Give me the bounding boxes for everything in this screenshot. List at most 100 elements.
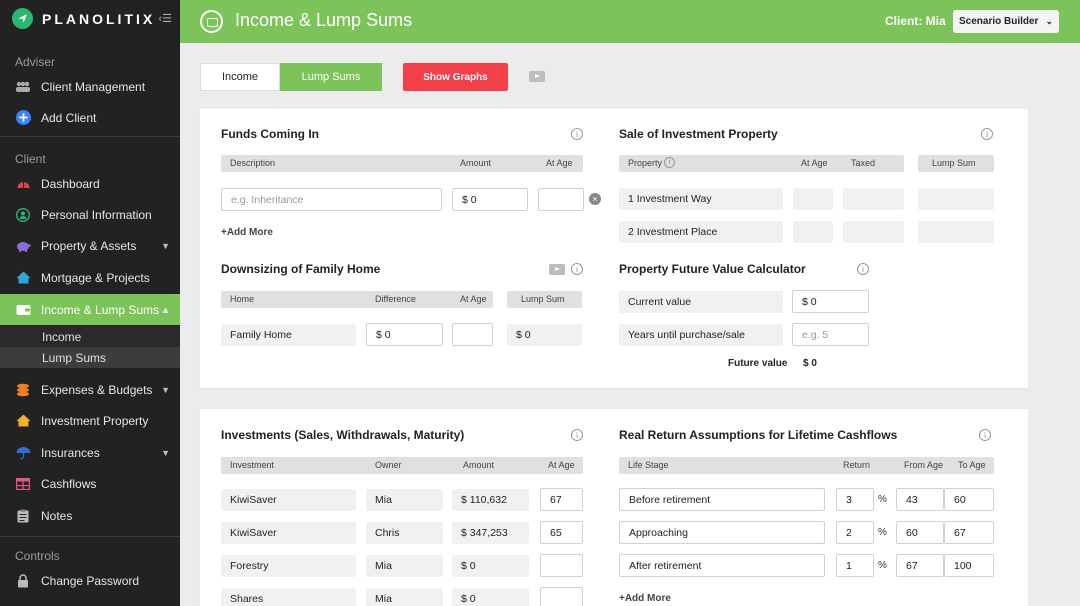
years-label: Years until purchase/sale — [619, 324, 783, 346]
sale-title: Sale of Investment Property — [619, 127, 778, 141]
sidebar-item-label: Notes — [41, 508, 73, 523]
sidebar-item-notes[interactable]: Notes — [0, 500, 180, 531]
description-input[interactable]: e.g. Inheritance — [221, 188, 442, 211]
lump-sum-cell — [918, 221, 994, 243]
add-more-link[interactable]: +Add More — [619, 593, 671, 604]
col-lump-sum: Lump Sum — [932, 158, 976, 168]
at-age-input[interactable]: 67 — [540, 488, 583, 511]
sidebar-subitem-lump-sums[interactable]: Lump Sums — [0, 347, 180, 368]
tab-income[interactable]: Income — [200, 63, 280, 91]
return-input[interactable]: 1 — [836, 554, 874, 577]
col-owner: Owner — [375, 460, 402, 470]
owner-cell: Mia — [366, 555, 443, 577]
scenario-builder-dropdown[interactable]: Scenario Builder ⌄ — [953, 10, 1059, 33]
at-age-input[interactable] — [452, 323, 493, 346]
sidebar-item-label: Expenses & Budgets — [41, 382, 153, 397]
sidebar-item-label: Cashflows — [41, 476, 97, 491]
info-icon[interactable]: i — [571, 263, 583, 275]
info-icon[interactable]: i — [981, 128, 993, 140]
to-age-input[interactable]: 67 — [944, 521, 994, 544]
years-input[interactable]: e.g. 5 — [792, 323, 869, 346]
taxed-cell[interactable] — [843, 188, 904, 210]
sidebar-item-personal-information[interactable]: Personal Information — [0, 199, 180, 230]
col-amount: Amount — [463, 460, 495, 470]
amount-input[interactable]: $ 0 — [452, 188, 528, 211]
amount-cell: $ 110,632 — [452, 489, 529, 511]
taxed-cell[interactable] — [843, 221, 904, 243]
sale-table-header: Property i At Age Taxed — [619, 155, 904, 172]
sidebar-item-label: Add Client — [41, 110, 97, 125]
chevron-down-icon[interactable]: ▼ — [161, 448, 170, 458]
investment-cell: KiwiSaver — [221, 522, 356, 544]
info-icon[interactable]: i — [664, 157, 675, 168]
sidebar-item-dashboard[interactable]: Dashboard — [0, 168, 180, 199]
chevron-down-icon[interactable]: ▼ — [161, 385, 170, 395]
tab-bar: Income Lump Sums — [200, 63, 382, 91]
to-age-input[interactable]: 60 — [944, 488, 994, 511]
brand-name: PLANOLITIX — [42, 10, 156, 27]
from-age-input[interactable]: 60 — [896, 521, 944, 544]
sidebar-item-label: Client Management — [41, 79, 146, 94]
sidebar-subitem-income[interactable]: Income — [0, 326, 180, 347]
at-age-input[interactable] — [538, 188, 584, 211]
col-from-age: From Age — [904, 460, 944, 470]
at-age-cell[interactable] — [793, 221, 833, 243]
info-icon[interactable]: i — [857, 263, 869, 275]
sidebar-item-insurances[interactable]: Insurances ▼ — [0, 437, 180, 468]
sidebar-item-client-management[interactable]: Client Management — [0, 71, 180, 102]
investments-card: Investments (Sales, Withdrawals, Maturit… — [200, 409, 1028, 606]
sidebar-item-change-password[interactable]: Change Password — [0, 565, 180, 596]
sidebar-divider — [0, 536, 180, 537]
future-value-label: Future value — [728, 358, 788, 369]
return-input[interactable]: 3 — [836, 488, 874, 511]
col-at-age: At Age — [801, 158, 828, 168]
person-icon — [15, 207, 31, 222]
sidebar-item-label: Insurances — [41, 445, 100, 460]
remove-row-icon[interactable]: × — [589, 193, 601, 205]
sidebar-item-property-assets[interactable]: Property & Assets ▼ — [0, 230, 180, 261]
downsizing-table-header: Home Difference At Age — [221, 291, 493, 308]
info-icon[interactable]: i — [571, 429, 583, 441]
from-age-input[interactable]: 43 — [896, 488, 944, 511]
sidebar-item-add-client[interactable]: Add Client — [0, 102, 180, 133]
at-age-input[interactable] — [540, 554, 583, 577]
life-stage-input[interactable]: Before retirement — [619, 488, 825, 511]
chevron-up-icon[interactable]: ▲ — [161, 305, 170, 315]
col-life-stage: Life Stage — [628, 460, 669, 470]
clipboard-icon — [15, 509, 31, 523]
tab-lump-sums[interactable]: Lump Sums — [280, 63, 382, 91]
to-age-input[interactable]: 100 — [944, 554, 994, 577]
chevron-down-icon[interactable]: ▼ — [161, 241, 170, 251]
investments-table-header: Investment Owner Amount At Age — [221, 457, 583, 474]
house-icon — [15, 271, 31, 285]
video-play-icon[interactable] — [529, 71, 545, 82]
sidebar-item-income-lump-sums[interactable]: Income & Lump Sums ▲ — [0, 294, 180, 325]
section-client: Client — [15, 152, 46, 166]
brand[interactable]: PLANOLITIX ‹☰ — [12, 8, 172, 29]
at-age-cell[interactable] — [793, 188, 833, 210]
info-icon[interactable]: i — [979, 429, 991, 441]
from-age-input[interactable]: 67 — [896, 554, 944, 577]
sidebar-item-expenses-budgets[interactable]: Expenses & Budgets ▼ — [0, 374, 180, 405]
sidebar-item-investment-property[interactable]: Investment Property — [0, 405, 180, 436]
difference-input[interactable]: $ 0 — [366, 323, 443, 346]
current-value-input[interactable]: $ 0 — [792, 290, 869, 313]
life-stage-input[interactable]: Approaching — [619, 521, 825, 544]
at-age-input[interactable]: 65 — [540, 521, 583, 544]
client-name: Client: Mia — [885, 14, 946, 28]
show-graphs-button[interactable]: Show Graphs — [403, 63, 508, 91]
info-icon[interactable]: i — [571, 128, 583, 140]
wallet-icon — [200, 10, 223, 33]
people-icon — [15, 80, 31, 94]
collapse-menu-icon[interactable]: ‹☰ — [158, 12, 172, 25]
at-age-input[interactable] — [540, 587, 583, 606]
return-input[interactable]: 2 — [836, 521, 874, 544]
amount-cell: $ 0 — [452, 555, 529, 577]
col-description: Description — [230, 158, 276, 168]
life-stage-input[interactable]: After retirement — [619, 554, 825, 577]
add-more-link[interactable]: +Add More — [221, 227, 273, 238]
sidebar-item-cashflows[interactable]: Cashflows — [0, 468, 180, 499]
video-play-icon[interactable] — [549, 264, 565, 275]
sidebar-item-mortgage-projects[interactable]: Mortgage & Projects — [0, 262, 180, 293]
col-taxed: Taxed — [851, 158, 876, 168]
